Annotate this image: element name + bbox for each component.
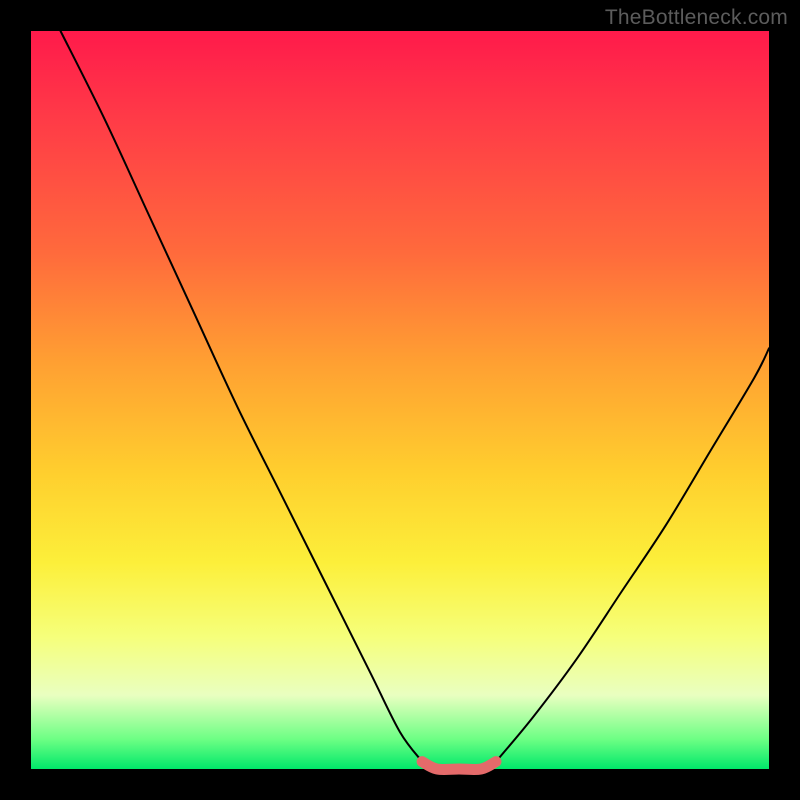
watermark-text: TheBottleneck.com xyxy=(605,6,788,30)
plot-area xyxy=(31,31,769,769)
curve-svg xyxy=(31,31,769,769)
valley-path xyxy=(422,762,496,770)
right-curve-path xyxy=(496,348,769,761)
chart-frame: TheBottleneck.com xyxy=(0,0,800,800)
left-curve-path xyxy=(61,31,423,762)
